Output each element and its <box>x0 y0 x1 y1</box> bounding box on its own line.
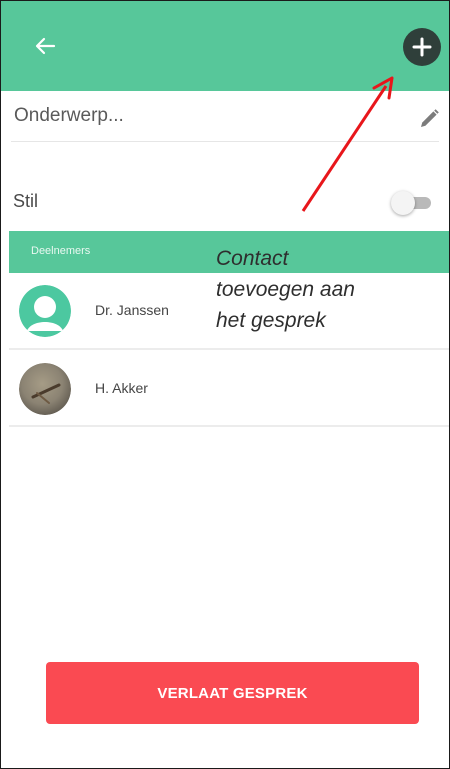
subject-row[interactable]: Onderwerp... <box>1 91 449 141</box>
leave-conversation-button[interactable]: VERLAAT GESPREK <box>46 662 419 724</box>
divider <box>9 425 449 427</box>
silent-label: Stil <box>13 191 39 211</box>
leave-button-label: VERLAAT GESPREK <box>157 684 308 702</box>
pencil-icon[interactable] <box>417 107 441 131</box>
app-bar <box>1 1 449 91</box>
annotation-line: toevoegen aan <box>216 278 355 301</box>
phone-screen: Onderwerp... Stil Deelnemers Dr. Janssen <box>0 0 450 769</box>
annotation-line: het gesprek <box>216 309 326 332</box>
annotation-text: Contact toevoegen aan het gesprek <box>216 243 416 336</box>
subject-input[interactable]: Onderwerp... <box>14 105 124 127</box>
participant-name: Dr. Janssen <box>95 302 169 318</box>
participants-title: Deelnemers <box>31 245 91 257</box>
divider <box>11 141 439 142</box>
back-button[interactable] <box>25 29 65 63</box>
annotation-line: Contact <box>216 247 289 270</box>
generic-avatar-icon <box>19 285 71 337</box>
list-item[interactable]: H. Akker <box>9 353 449 425</box>
arrow-left-icon <box>35 37 56 55</box>
plus-circle-icon <box>412 37 432 57</box>
photo-avatar <box>19 363 71 415</box>
add-participant-button[interactable] <box>403 28 441 66</box>
toggle-knob <box>391 191 415 215</box>
silent-toggle[interactable] <box>391 191 435 215</box>
divider <box>9 348 449 350</box>
silent-row: Stil <box>1 146 449 224</box>
participant-name: H. Akker <box>95 380 148 396</box>
